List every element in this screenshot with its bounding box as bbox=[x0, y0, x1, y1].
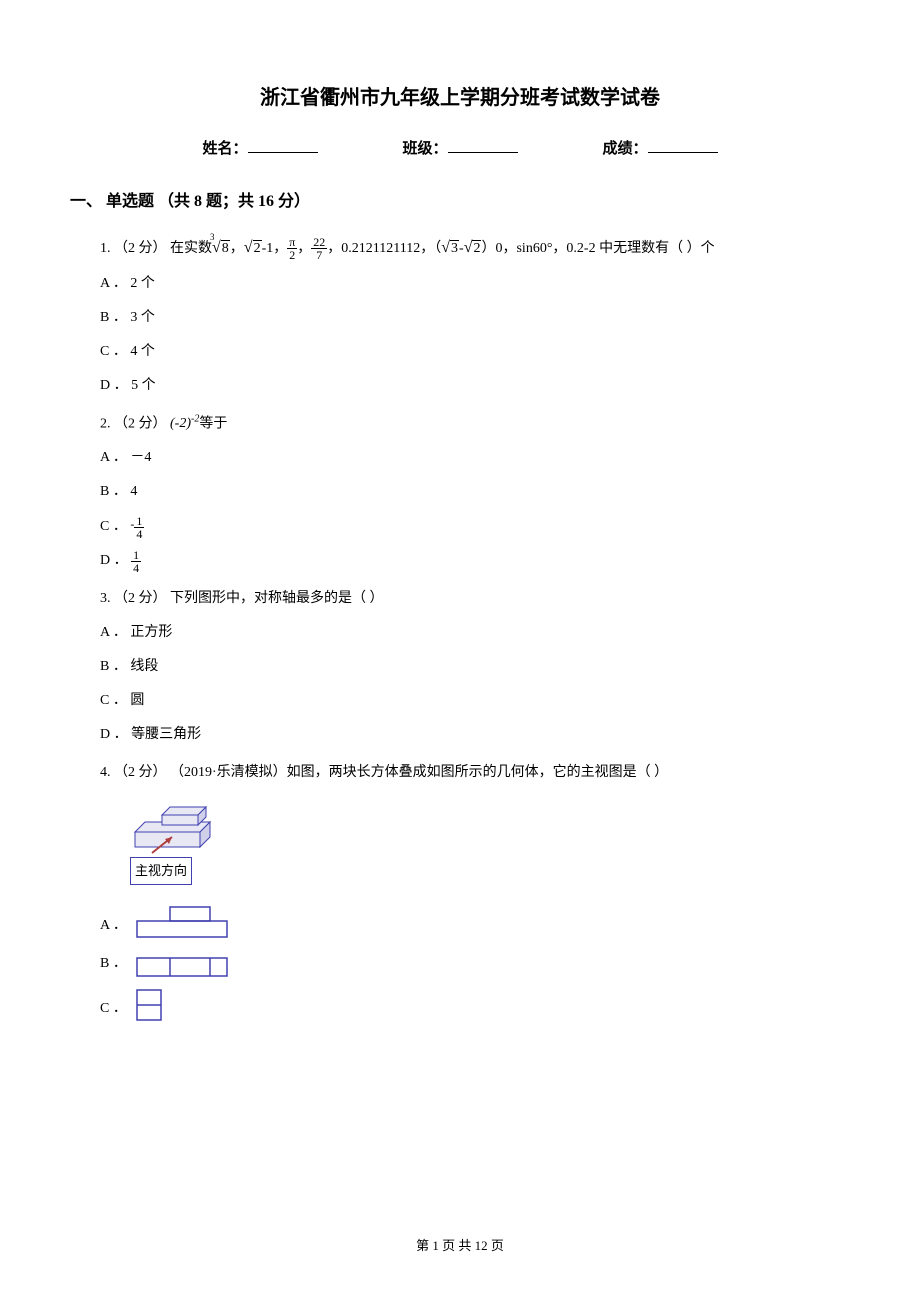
student-info-row: 姓名： 班级： 成绩： bbox=[70, 136, 850, 163]
q2-frac-pos: 14 bbox=[131, 549, 141, 574]
q1-option-b[interactable]: B ． 3 个 bbox=[100, 304, 850, 332]
q4-optb-prefix: B ． bbox=[100, 950, 127, 978]
q1-option-a[interactable]: A ． 2 个 bbox=[100, 270, 850, 298]
score-label: 成绩： bbox=[602, 141, 647, 157]
q2-expression: (-2)-2 bbox=[170, 416, 199, 431]
q3-option-c[interactable]: C ． 圆 bbox=[100, 687, 850, 715]
q2-option-c[interactable]: C ． -14 bbox=[100, 512, 850, 541]
q1-mid3: ，0.2121121112，（ bbox=[327, 241, 441, 256]
front-view-a-icon bbox=[135, 905, 230, 940]
page-footer: 第 1 页 共 12 页 bbox=[0, 1234, 920, 1257]
question-1-text: 1. （2 分） 在实数3√8，√2-1，π2，227，0.2121121112… bbox=[100, 232, 850, 264]
class-field: 班级： bbox=[402, 136, 517, 163]
q2-option-d[interactable]: D ． 14 bbox=[100, 547, 850, 575]
question-2-text: 2. （2 分） (-2)-2等于 bbox=[100, 410, 850, 439]
q1-option-c[interactable]: C ． 4 个 bbox=[100, 338, 850, 366]
q4-option-b[interactable]: B ． bbox=[100, 950, 850, 978]
class-blank[interactable] bbox=[448, 139, 518, 153]
question-4-text: 4. （2 分） （2019·乐清模拟）如图，两块长方体叠成如图所示的几何体，它… bbox=[100, 759, 850, 787]
section-1-header: 一、 单选题 （共 8 题；共 16 分） bbox=[70, 188, 850, 217]
q1-mid2: ， bbox=[297, 241, 311, 256]
q4-main-figure: 主视方向 bbox=[130, 797, 850, 884]
front-view-b-icon bbox=[135, 956, 230, 978]
q2-suffix: 等于 bbox=[199, 416, 227, 431]
name-label: 姓名： bbox=[202, 141, 247, 157]
q3-option-d[interactable]: D ． 等腰三角形 bbox=[100, 721, 850, 749]
q2-option-b[interactable]: B ． 4 bbox=[100, 478, 850, 506]
cuboid-3d-icon bbox=[130, 797, 230, 857]
sqrt-3: √3 bbox=[441, 241, 459, 256]
q2-optd-prefix: D ． bbox=[100, 553, 131, 568]
exam-title: 浙江省衢州市九年级上学期分班考试数学试卷 bbox=[70, 80, 850, 116]
q2-prefix: 2. （2 分） bbox=[100, 416, 170, 431]
front-view-c-icon bbox=[135, 988, 163, 1023]
question-3: 3. （2 分） 下列图形中，对称轴最多的是（ ） A ． 正方形 B ． 线段… bbox=[70, 585, 850, 749]
q1-mid4: ）0，sin60°，0.2-2 中无理数有（ ）个 bbox=[481, 241, 714, 256]
q1-mid1: -1， bbox=[262, 241, 288, 256]
q2-option-a[interactable]: A ． －4 bbox=[100, 444, 850, 472]
q4-optc-prefix: C ． bbox=[100, 995, 127, 1023]
q3-option-b[interactable]: B ． 线段 bbox=[100, 653, 850, 681]
frac-pi-2: π2 bbox=[287, 236, 297, 261]
frac-22-7: 227 bbox=[311, 236, 327, 261]
question-1: 1. （2 分） 在实数3√8，√2-1，π2，227，0.2121121112… bbox=[70, 232, 850, 400]
q4-option-c[interactable]: C ． bbox=[100, 988, 850, 1023]
score-blank[interactable] bbox=[648, 139, 718, 153]
q4-opta-prefix: A ． bbox=[100, 912, 127, 940]
sqrt-2: √2 bbox=[244, 241, 262, 256]
score-field: 成绩： bbox=[602, 136, 717, 163]
main-view-label: 主视方向 bbox=[130, 857, 192, 884]
sqrt-2b: √2 bbox=[464, 241, 482, 256]
class-label: 班级： bbox=[402, 141, 447, 157]
q4-option-a[interactable]: A ． bbox=[100, 905, 850, 940]
q1-option-d[interactable]: D ． 5 个 bbox=[100, 372, 850, 400]
question-4: 4. （2 分） （2019·乐清模拟）如图，两块长方体叠成如图所示的几何体，它… bbox=[70, 759, 850, 1022]
cube-root-8: 3√8 bbox=[212, 232, 230, 264]
q1-prefix: 1. （2 分） 在实数 bbox=[100, 241, 212, 256]
question-3-text: 3. （2 分） 下列图形中，对称轴最多的是（ ） bbox=[100, 585, 850, 613]
q3-option-a[interactable]: A ． 正方形 bbox=[100, 619, 850, 647]
q2-optc-prefix: C ． bbox=[100, 519, 130, 534]
q2-frac-neg: 14 bbox=[134, 515, 144, 540]
name-field: 姓名： bbox=[202, 136, 317, 163]
question-2: 2. （2 分） (-2)-2等于 A ． －4 B ． 4 C ． -14 D… bbox=[70, 410, 850, 576]
name-blank[interactable] bbox=[248, 139, 318, 153]
